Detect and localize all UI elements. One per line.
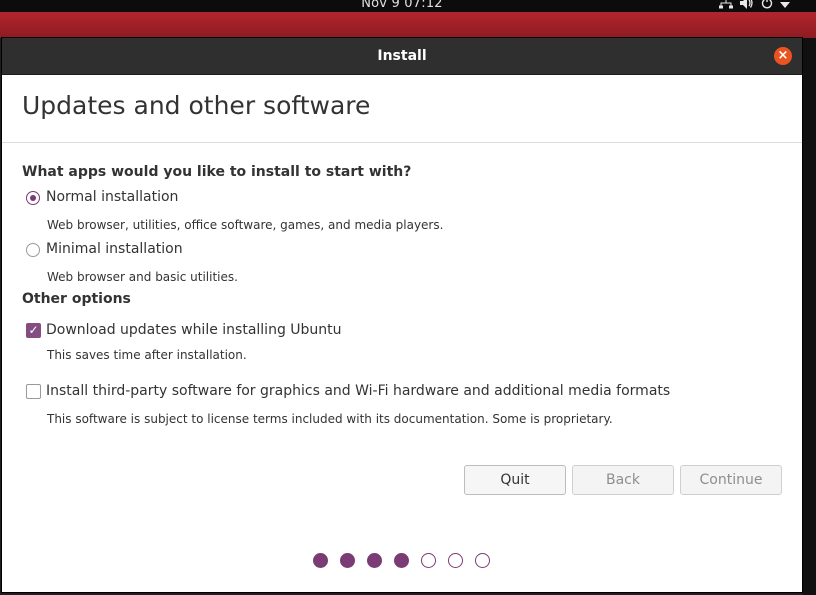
third-party-software-label[interactable]: Install third-party software for graphic… (46, 383, 670, 399)
minimal-installation-description: Web browser and basic utilities. (47, 270, 238, 284)
checkmark-icon: ✓ (28, 323, 39, 337)
clock[interactable]: Nov 9 07:12 (0, 0, 804, 12)
progress-dot (421, 553, 436, 568)
download-updates-checkbox[interactable]: ✓ (26, 323, 41, 338)
minimal-installation-radio[interactable] (26, 243, 40, 257)
apps-question: What apps would you like to install to s… (22, 164, 412, 180)
network-icon (719, 0, 733, 12)
system-tray[interactable] (719, 0, 790, 12)
third-party-software-checkbox[interactable] (26, 384, 41, 399)
download-updates-description: This saves time after installation. (47, 348, 247, 362)
download-updates-label[interactable]: Download updates while installing Ubuntu (46, 322, 342, 338)
power-icon (761, 0, 773, 12)
close-button[interactable]: × (774, 47, 792, 65)
minimal-installation-label[interactable]: Minimal installation (46, 241, 183, 257)
window-title: Install (377, 48, 427, 64)
progress-dot (394, 553, 409, 568)
normal-installation-radio[interactable] (26, 191, 40, 205)
window-titlebar[interactable]: Install × (2, 38, 802, 75)
progress-dot (448, 553, 463, 568)
top-bar: Nov 9 07:12 (0, 0, 816, 12)
other-options-label: Other options (22, 291, 131, 307)
quit-button[interactable]: Quit (464, 465, 566, 495)
progress-dot (340, 553, 355, 568)
page-header: Updates and other software (2, 75, 802, 143)
normal-installation-label[interactable]: Normal installation (46, 189, 178, 205)
continue-button[interactable]: Continue (680, 465, 782, 495)
progress-dot (367, 553, 382, 568)
close-icon: × (777, 48, 789, 63)
page-title: Updates and other software (22, 91, 371, 120)
third-party-software-description: This software is subject to license term… (47, 412, 613, 426)
progress-dot (475, 553, 490, 568)
install-window: Install × Updates and other software Wha… (2, 38, 802, 592)
desktop-edge (803, 38, 816, 595)
dropdown-icon (780, 0, 790, 12)
desktop-wallpaper (0, 12, 816, 38)
normal-installation-description: Web browser, utilities, office software,… (47, 218, 444, 232)
step-progress-indicator (313, 553, 490, 568)
progress-dot (313, 553, 328, 568)
volume-icon (740, 0, 754, 12)
back-button[interactable]: Back (572, 465, 674, 495)
